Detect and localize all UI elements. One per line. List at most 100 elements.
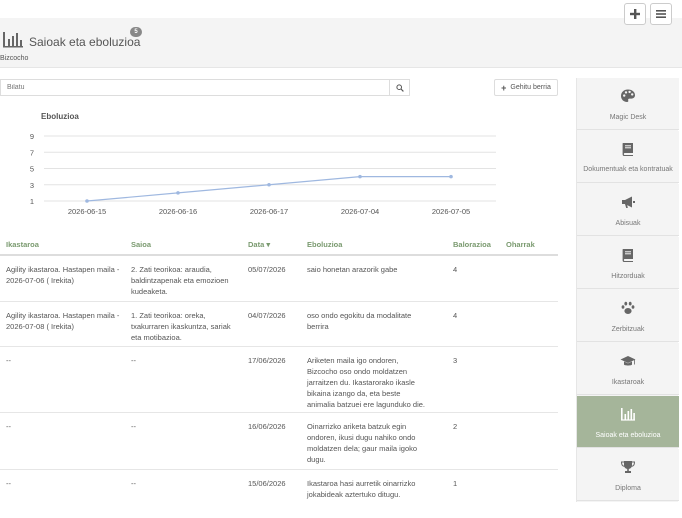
bar-chart-icon — [621, 408, 635, 421]
paw-icon — [621, 301, 635, 314]
page-subtitle: Bizcocho — [0, 55, 29, 62]
search-button[interactable] — [390, 80, 410, 95]
add-button[interactable] — [624, 3, 646, 25]
table-header: Ikastaroa Saioa Data ▾ Eboluzioa Baloraz… — [0, 232, 558, 256]
cell-course: -- — [6, 479, 11, 488]
column-header-date-label: Data — [248, 240, 265, 249]
book-icon — [622, 143, 633, 156]
sidebar-item-label: Ikastaroak — [611, 379, 645, 386]
sidebar-item-courses[interactable]: Ikastaroak — [577, 343, 679, 395]
table-row[interactable]: -- -- 15/06/2026 Ikastaroa hasi aurretik… — [0, 470, 558, 504]
bar-chart-icon — [3, 32, 23, 48]
sidebar-item-label: Zerbitzuak — [611, 326, 645, 333]
cell-rating: 1 — [453, 479, 458, 488]
cell-evolution: Ikastaroa hasi aurretik oinarrizko jokab… — [307, 479, 416, 499]
table-row[interactable]: -- -- 16/06/2026 Oinarrizko ariketa batz… — [0, 413, 558, 470]
column-header-session[interactable]: Saioa — [131, 240, 151, 249]
sessions-table: Ikastaroa Saioa Data ▾ Eboluzioa Baloraz… — [0, 232, 558, 504]
cell-date: 16/06/2026 — [248, 422, 286, 431]
series-line — [86, 176, 451, 202]
cell-date: 15/06/2026 — [248, 479, 286, 488]
cell-evolution: Ariketen maila igo ondoren, Bizcocho oso… — [307, 356, 425, 409]
add-new-button[interactable]: + Gehitu berria — [494, 79, 558, 96]
plus-icon: + — [501, 82, 507, 93]
cell-session: -- — [131, 479, 136, 488]
cell-session: -- — [131, 422, 136, 431]
search-box — [0, 79, 410, 96]
cell-session: 2. Zati teorikoa: araudia, baldintzapena… — [131, 265, 229, 296]
add-new-label: Gehitu berria — [510, 84, 551, 91]
cell-session: 1. Zati teorikoa: oreka, txakurraren ika… — [131, 311, 231, 342]
x-tick-label: 2026-07-05 — [432, 207, 470, 216]
plus-icon — [630, 9, 640, 19]
data-point — [176, 191, 180, 195]
x-tick-label: 2026-07-04 — [341, 207, 379, 216]
sidebar-item-label: Dokumentuak eta kontratuak — [583, 166, 673, 173]
column-header-course[interactable]: Ikastaroa — [6, 240, 39, 249]
sidebar: Magic Desk Dokumentuak eta kontratuak Ab… — [576, 78, 679, 502]
sidebar-item-label: Abisuak — [615, 220, 641, 227]
sidebar-item-appointments[interactable]: Hitzorduak — [577, 237, 679, 289]
data-point — [267, 182, 271, 187]
graduation-cap-icon — [620, 356, 636, 366]
x-tick-label: 2026-06-16 — [159, 207, 197, 216]
sidebar-item-services[interactable]: Zerbitzuak — [577, 290, 679, 342]
data-point — [85, 199, 89, 203]
chart-title: Eboluzioa — [41, 112, 79, 121]
column-header-evolution[interactable]: Eboluzioa — [307, 240, 342, 249]
sidebar-item-diploma[interactable]: Diploma — [577, 449, 679, 501]
palette-icon — [621, 89, 635, 102]
cell-evolution: Oinarrizko ariketa batzuk egin ondoren, … — [307, 422, 418, 464]
table-row[interactable]: -- -- 17/06/2026 Ariketen maila igo ondo… — [0, 347, 558, 413]
sidebar-item-label: Magic Desk — [609, 114, 647, 121]
sidebar-item-label: Hitzorduak — [611, 273, 645, 280]
cell-evolution: oso ondo egokitu da modalitate berrira — [307, 311, 412, 331]
x-tick-label: 2026-06-17 — [250, 207, 288, 216]
hamburger-icon — [656, 10, 666, 18]
page-title: Saioak eta eboluzioa — [29, 35, 141, 49]
cell-course: -- — [6, 422, 11, 431]
evolution-chart: 9 7 5 3 1 2026-06-15 2026-06-16 2026-06-17 2026-… — [30, 132, 496, 216]
cell-session: -- — [131, 356, 136, 365]
cell-course: Agility ikastaroa. Hastapen maila - 2026… — [6, 311, 120, 331]
cell-course: Agility ikastaroa. Hastapen maila - 2026… — [6, 265, 120, 285]
count-badge: 5 — [130, 27, 142, 37]
data-point — [358, 174, 362, 179]
sidebar-item-magic-desk[interactable]: Magic Desk — [577, 78, 679, 130]
sort-down-icon: ▾ — [266, 240, 271, 249]
menu-button[interactable] — [650, 3, 672, 25]
megaphone-icon — [622, 196, 635, 208]
sidebar-item-label: Diploma — [615, 485, 641, 492]
y-tick-label: 3 — [30, 181, 34, 190]
sidebar-item-label: Saioak eta eboluzioa — [595, 432, 661, 439]
table-row[interactable]: Agility ikastaroa. Hastapen maila - 2026… — [0, 256, 558, 302]
top-bar — [0, 0, 682, 18]
trophy-icon — [620, 461, 636, 473]
cell-date: 04/07/2026 — [248, 311, 286, 320]
sidebar-item-documents[interactable]: Dokumentuak eta kontratuak — [577, 131, 679, 183]
book-icon — [622, 249, 633, 262]
cell-date: 17/06/2026 — [248, 356, 286, 365]
y-tick-label: 1 — [30, 197, 34, 206]
sidebar-item-notices[interactable]: Abisuak — [577, 184, 679, 236]
search-icon — [396, 83, 404, 92]
cell-rating: 2 — [453, 422, 458, 431]
cell-date: 05/07/2026 — [248, 265, 286, 274]
cell-evolution: saio honetan arazorik gabe — [307, 265, 398, 274]
cell-rating: 3 — [453, 356, 458, 365]
cell-course: -- — [6, 356, 11, 365]
data-point — [449, 174, 453, 179]
cell-rating: 4 — [453, 265, 458, 274]
table-row[interactable]: Agility ikastaroa. Hastapen maila - 2026… — [0, 302, 558, 347]
x-tick-label: 2026-06-15 — [68, 207, 106, 216]
column-header-rating[interactable]: Balorazioa — [453, 240, 491, 249]
cell-rating: 4 — [453, 311, 458, 320]
y-tick-label: 5 — [30, 165, 34, 174]
y-tick-label: 9 — [30, 132, 34, 141]
y-tick-label: 7 — [30, 148, 34, 157]
column-header-date[interactable]: Data ▾ — [248, 240, 270, 249]
column-header-notes[interactable]: Oharrak — [506, 240, 535, 249]
search-input[interactable] — [1, 80, 390, 95]
sidebar-item-sessions[interactable]: Saioak eta eboluzioa — [577, 396, 679, 448]
page-header: Saioak eta eboluzioa 5 Bizcocho — [0, 18, 682, 68]
